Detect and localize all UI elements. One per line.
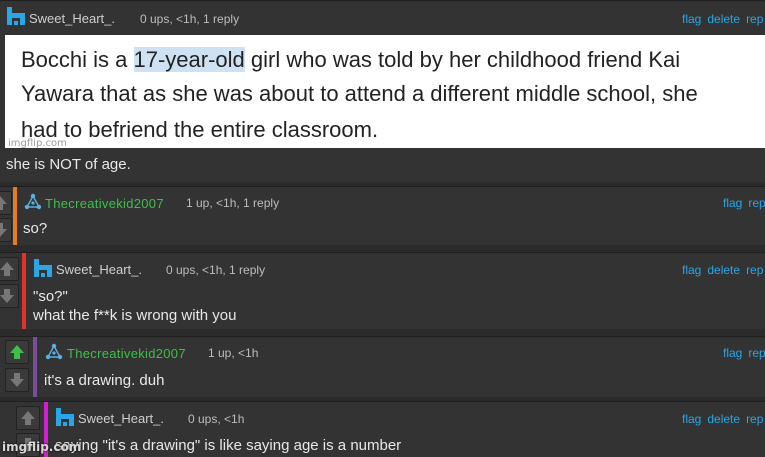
image-text-line: Bocchi is a 17-year-old girl who was tol… bbox=[21, 47, 681, 72]
thread-bar bbox=[33, 337, 37, 397]
flag-link[interactable]: flag bbox=[723, 196, 742, 210]
downvote-button[interactable] bbox=[5, 368, 29, 392]
comment-meta: 0 ups, <1h, 1 reply bbox=[140, 12, 240, 26]
thread-bar bbox=[13, 187, 17, 245]
delete-link[interactable]: delete bbox=[707, 12, 740, 26]
reply-link[interactable]: rep bbox=[748, 346, 765, 360]
comment-actions: flag delete rep bbox=[682, 263, 765, 277]
username[interactable]: Thecreativekid2007 bbox=[67, 346, 186, 361]
comment-text: she is NOT of age. bbox=[6, 156, 131, 173]
comment-text: saying "it's a drawing" is like saying a… bbox=[55, 437, 402, 454]
comment-actions: flag delete rep bbox=[682, 12, 765, 26]
reply-link[interactable]: rep bbox=[746, 12, 763, 26]
comment-image[interactable]: Bocchi is a 17-year-old girl who was tol… bbox=[5, 35, 765, 149]
arrow-up-icon bbox=[0, 196, 7, 210]
arrow-up-icon bbox=[0, 262, 14, 276]
username[interactable]: Sweet_Heart_. bbox=[29, 11, 115, 26]
comment-actions: flag delete rep bbox=[682, 412, 765, 426]
pixel-avatar-icon[interactable] bbox=[34, 259, 52, 277]
comment-meta: 1 up, <1h bbox=[208, 346, 259, 360]
reply-link[interactable]: rep bbox=[746, 412, 763, 426]
username[interactable]: Sweet_Heart_. bbox=[56, 262, 142, 277]
comment-4: Thecreativekid2007 1 up, <1h flag rep it'… bbox=[0, 336, 765, 397]
reply-link[interactable]: rep bbox=[746, 263, 763, 277]
comment-text: so? bbox=[23, 220, 48, 237]
comment-meta: 0 ups, <1h, 1 reply bbox=[166, 263, 266, 277]
upvote-button[interactable] bbox=[0, 191, 12, 215]
triangle-avatar-icon[interactable] bbox=[45, 343, 63, 361]
username[interactable]: Thecreativekid2007 bbox=[45, 196, 164, 211]
comment-actions: flag rep bbox=[723, 346, 765, 360]
upvote-button[interactable] bbox=[16, 406, 40, 430]
downvote-button[interactable] bbox=[0, 284, 19, 308]
delete-link[interactable]: delete bbox=[707, 412, 740, 426]
flag-link[interactable]: flag bbox=[682, 12, 701, 26]
flag-link[interactable]: flag bbox=[682, 412, 701, 426]
comment-text-line: what the f**k is wrong with you bbox=[33, 307, 237, 324]
comment-actions: flag rep bbox=[723, 196, 765, 210]
upvote-button[interactable] bbox=[5, 340, 29, 364]
comment-1: Sweet_Heart_. 0 ups, <1h, 1 reply flag de… bbox=[0, 0, 765, 182]
reply-link[interactable]: rep bbox=[748, 196, 765, 210]
username[interactable]: Sweet_Heart_. bbox=[78, 411, 164, 426]
thread-bar bbox=[22, 253, 26, 329]
downvote-button[interactable] bbox=[0, 218, 12, 242]
comment-3: Sweet_Heart_. 0 ups, <1h, 1 reply flag de… bbox=[0, 252, 765, 329]
triangle-avatar-icon[interactable] bbox=[24, 193, 42, 211]
image-text-line: had to befriend the entire classroom. bbox=[21, 117, 379, 142]
arrow-up-icon bbox=[10, 345, 24, 359]
comment-text-line: "so?" bbox=[33, 288, 68, 305]
pixel-avatar-icon[interactable] bbox=[56, 408, 74, 426]
comment-meta: 0 ups, <1h bbox=[188, 412, 245, 426]
arrow-down-icon bbox=[0, 289, 14, 303]
comment-2: Thecreativekid2007 1 up, <1h, 1 reply fl… bbox=[0, 186, 765, 245]
arrow-down-icon bbox=[0, 223, 7, 237]
pixel-avatar-icon[interactable] bbox=[7, 7, 25, 25]
flag-link[interactable]: flag bbox=[723, 346, 742, 360]
delete-link[interactable]: delete bbox=[707, 263, 740, 277]
flag-link[interactable]: flag bbox=[682, 263, 701, 277]
upvote-button[interactable] bbox=[0, 257, 19, 281]
comment-5: Sweet_Heart_. 0 ups, <1h flag delete rep s… bbox=[0, 401, 765, 457]
arrow-down-icon bbox=[10, 373, 24, 387]
arrow-up-icon bbox=[21, 411, 35, 425]
comment-text: it's a drawing. duh bbox=[44, 372, 165, 389]
imgflip-watermark: imgflip.com bbox=[2, 440, 82, 454]
comment-meta: 1 up, <1h, 1 reply bbox=[186, 196, 280, 210]
image-watermark: imgflip.com bbox=[8, 138, 67, 149]
image-text-line: Yawara that as she was about to attend a… bbox=[21, 81, 698, 106]
